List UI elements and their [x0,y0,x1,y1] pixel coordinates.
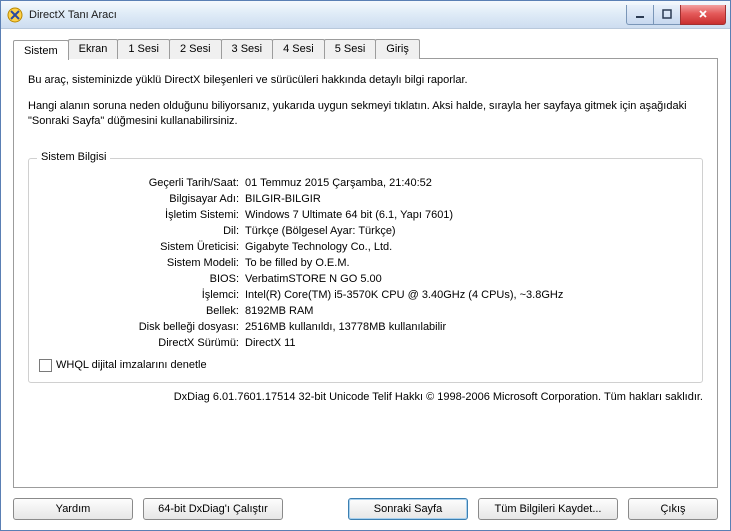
whql-row: WHQL dijital imzalarını denetle [39,359,692,372]
value-model: To be filled by O.E.M. [245,257,692,269]
label-processor: İşlemci: [39,289,239,301]
exit-button[interactable]: Çıkış [628,498,718,520]
label-datetime: Geçerli Tarih/Saat: [39,177,239,189]
run-64bit-button[interactable]: 64-bit DxDiag'ı Çalıştır [143,498,283,520]
label-directx-version: DirectX Sürümü: [39,337,239,349]
whql-checkbox[interactable] [39,359,52,372]
value-language: Türkçe (Bölgesel Ayar: Türkçe) [245,225,692,237]
copyright-footer: DxDiag 6.01.7601.17514 32-bit Unicode Te… [28,391,703,403]
minimize-button[interactable] [626,5,654,25]
value-os: Windows 7 Ultimate 64 bit (6.1, Yapı 760… [245,209,692,221]
system-info-grid: Geçerli Tarih/Saat: 01 Temmuz 2015 Çarşa… [39,177,692,349]
system-info-group: Sistem Bilgisi Geçerli Tarih/Saat: 01 Te… [28,158,703,383]
label-model: Sistem Modeli: [39,257,239,269]
help-button[interactable]: Yardım [13,498,133,520]
value-computer-name: BILGIR-BILGIR [245,193,692,205]
label-language: Dil: [39,225,239,237]
tab-giris[interactable]: Giriş [375,39,420,59]
titlebar[interactable]: DirectX Tanı Aracı [1,1,730,29]
value-directx-version: DirectX 11 [245,337,692,349]
tab-ses-5[interactable]: 5 Sesi [324,39,377,59]
intro-line-2: Hangi alanın soruna neden olduğunu biliy… [28,99,703,128]
tab-ses-3[interactable]: 3 Sesi [221,39,274,59]
value-manufacturer: Gigabyte Technology Co., Ltd. [245,241,692,253]
intro-line-1: Bu araç, sisteminizde yüklü DirectX bile… [28,73,703,87]
label-manufacturer: Sistem Üreticisi: [39,241,239,253]
tab-ekran[interactable]: Ekran [68,39,119,59]
label-memory: Bellek: [39,305,239,317]
value-datetime: 01 Temmuz 2015 Çarşamba, 21:40:52 [245,177,692,189]
app-icon [7,7,23,23]
tab-panel-sistem: Bu araç, sisteminizde yüklü DirectX bile… [13,58,718,488]
tab-strip: Sistem Ekran 1 Sesi 2 Sesi 3 Sesi 4 Sesi… [13,39,718,59]
label-pagefile: Disk belleği dosyası: [39,321,239,333]
client-area: Sistem Ekran 1 Sesi 2 Sesi 3 Sesi 4 Sesi… [1,29,730,530]
value-pagefile: 2516MB kullanıldı, 13778MB kullanılabili… [245,321,692,333]
tab-ses-4[interactable]: 4 Sesi [272,39,325,59]
intro-text: Bu araç, sisteminizde yüklü DirectX bile… [28,73,703,140]
label-os: İşletim Sistemi: [39,209,239,221]
tab-ses-2[interactable]: 2 Sesi [169,39,222,59]
tab-sistem[interactable]: Sistem [13,40,69,60]
button-row: Yardım 64-bit DxDiag'ı Çalıştır Sonraki … [13,498,718,520]
value-bios: VerbatimSTORE N GO 5.00 [245,273,692,285]
window-controls [627,5,726,25]
next-page-button[interactable]: Sonraki Sayfa [348,498,468,520]
value-processor: Intel(R) Core(TM) i5-3570K CPU @ 3.40GHz… [245,289,692,301]
maximize-button[interactable] [653,5,681,25]
dxdiag-window: DirectX Tanı Aracı Sistem Ekran 1 Sesi 2… [0,0,731,531]
save-all-button[interactable]: Tüm Bilgileri Kaydet... [478,498,618,520]
tab-ses-1[interactable]: 1 Sesi [117,39,170,59]
group-legend: Sistem Bilgisi [37,151,110,163]
value-memory: 8192MB RAM [245,305,692,317]
label-computer-name: Bilgisayar Adı: [39,193,239,205]
close-button[interactable] [680,5,726,25]
window-title: DirectX Tanı Aracı [29,9,627,21]
whql-label[interactable]: WHQL dijital imzalarını denetle [56,359,207,371]
label-bios: BIOS: [39,273,239,285]
